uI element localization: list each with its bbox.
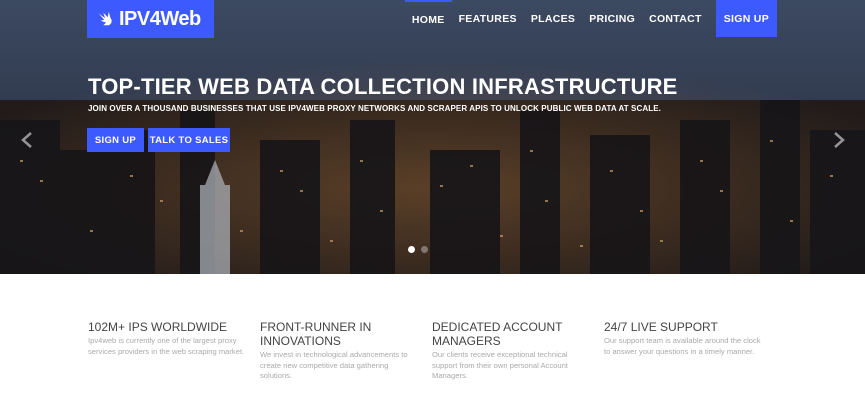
feature-ips-worldwide: 102M+ IPS WORLDWIDE Ipv4web is currently… — [88, 320, 260, 382]
nav-pricing-link[interactable]: PRICING — [582, 0, 642, 37]
nav-home-link[interactable]: HOME — [404, 0, 452, 37]
feature-text: Our support team is available around the… — [604, 336, 761, 356]
feature-title: 24/7 LIVE SUPPORT — [604, 320, 718, 334]
brand-logo[interactable]: IPV4Web — [87, 0, 214, 38]
talk-to-sales-button[interactable]: TALK TO SALES — [148, 128, 230, 152]
hero-banner: IPV4Web HOME FEATURES PLACES PRICING CON… — [0, 0, 865, 274]
hero-signup-button[interactable]: SIGN UP — [87, 128, 144, 152]
carousel-indicators — [408, 246, 428, 253]
feature-title: FRONT-RUNNER IN INNOVATIONS — [260, 320, 372, 348]
feature-title: DEDICATED ACCOUNT MANAGERS — [432, 320, 563, 348]
bird-logo-icon — [98, 11, 112, 26]
feature-title: 102M+ IPS WORLDWIDE — [88, 320, 228, 334]
feature-text: Ipv4web is currently one of the largest … — [88, 336, 245, 356]
nav-features-link[interactable]: FEATURES — [452, 0, 524, 37]
main-nav: HOME FEATURES PLACES PRICING CONTACT SIG… — [404, 0, 777, 37]
carousel-prev-arrow-icon[interactable] — [20, 131, 34, 149]
nav-contact-link[interactable]: CONTACT — [642, 0, 709, 37]
nav-places-link[interactable]: PLACES — [524, 0, 582, 37]
nav-signup-button[interactable]: SIGN UP — [715, 0, 777, 37]
feature-text: We invest in technological advancements … — [260, 350, 408, 380]
features-section: 102M+ IPS WORLDWIDE Ipv4web is currently… — [88, 320, 788, 382]
carousel-next-arrow-icon[interactable] — [832, 131, 846, 149]
carousel-dot[interactable] — [421, 246, 428, 253]
feature-innovations: FRONT-RUNNER IN INNOVATIONS We invest in… — [260, 320, 432, 382]
hero-subtitle: JOIN OVER A THOUSAND BUSINESSES THAT USE… — [88, 104, 661, 113]
feature-live-support: 24/7 LIVE SUPPORT Our support team is av… — [604, 320, 776, 382]
carousel-dot[interactable] — [408, 246, 415, 253]
brand-name: IPV4Web — [119, 7, 201, 30]
feature-text: Our clients receive exceptional technica… — [432, 350, 568, 380]
feature-account-managers: DEDICATED ACCOUNT MANAGERS Our clients r… — [432, 320, 604, 382]
hero-title: TOP-TIER WEB DATA COLLECTION INFRASTRUCT… — [88, 74, 678, 99]
